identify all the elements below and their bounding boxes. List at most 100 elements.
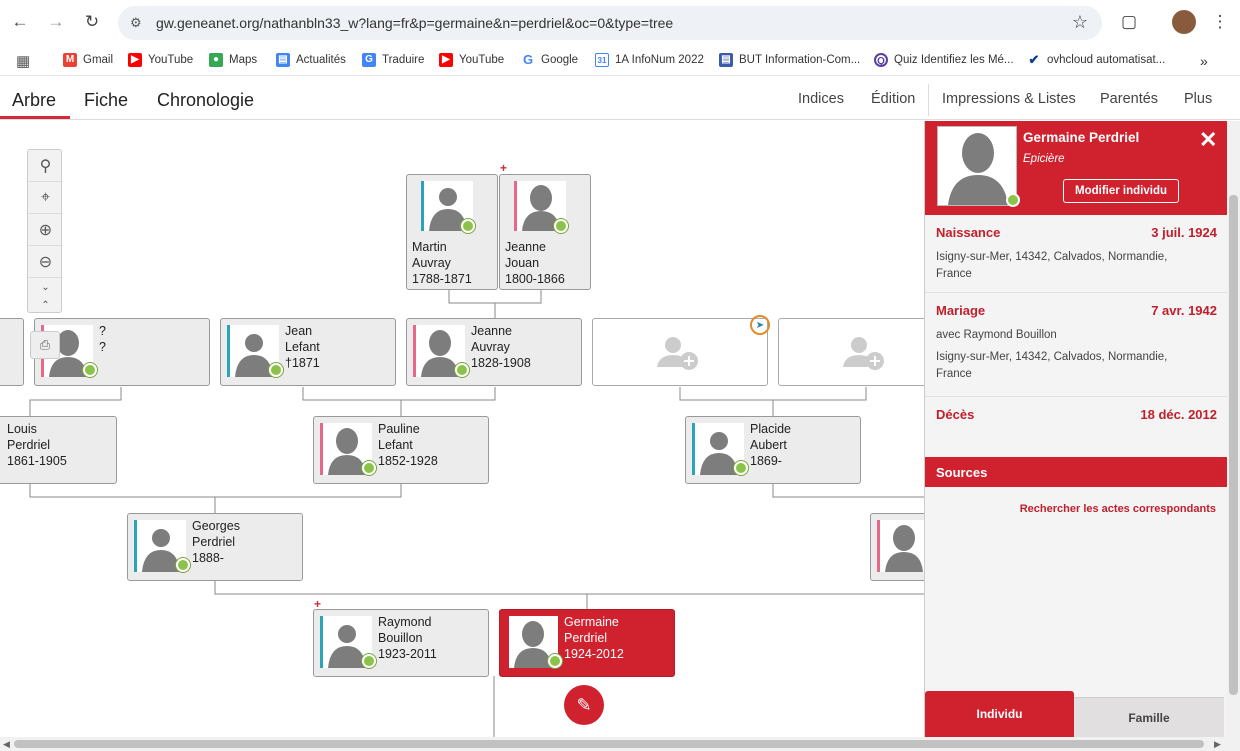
family-tree-canvas[interactable]: ⚲ ⌖ ⊕ ⊖ ⌄ ⌃ + Martin Auvray 1788-1871 Jean…: [0, 121, 924, 737]
person-card-jeanne-auvray[interactable]: Jeanne Auvray 1828-1908: [406, 318, 582, 386]
zoom-in-icon[interactable]: ⊕: [28, 214, 63, 246]
zoom-out-icon[interactable]: ⊖: [28, 246, 63, 278]
person-card-pauline[interactable]: Pauline Lefant 1852-1928: [313, 416, 489, 484]
scroll-thumb[interactable]: [14, 740, 1204, 748]
bookmark-gmail[interactable]: M Gmail: [63, 53, 113, 67]
center-target-icon[interactable]: ⌖: [28, 182, 63, 214]
nav-indices[interactable]: Indices: [798, 91, 844, 107]
gmail-icon: M: [63, 53, 77, 67]
tab-fiche[interactable]: Fiche: [84, 90, 128, 111]
person-card-jeanne-jouan[interactable]: Jeanne Jouan 1800-1866: [499, 174, 591, 290]
expand-up-icon[interactable]: ⌃: [28, 296, 63, 314]
birth-section: Naissance 3 juil. 1924 Isigny-sur-Mer, 1…: [925, 215, 1228, 293]
expand-down-icon[interactable]: ⌄: [28, 278, 63, 296]
app-navigation: Arbre Fiche Chronologie Indices Édition …: [0, 80, 1240, 120]
spouse-link[interactable]: avec Raymond Bouillon: [936, 327, 1206, 344]
female-silhouette-icon: [885, 525, 923, 572]
forward-icon[interactable]: →: [45, 11, 67, 33]
status-icon: [455, 363, 469, 377]
profile-avatar[interactable]: [1172, 10, 1196, 34]
bookmarks-bar: ▦ M Gmail ▶ YouTube ● Maps ▤ Actualités G Tra…: [0, 48, 1240, 76]
bookmark-ovhcloud[interactable]: ✔ ovhcloud automatisat...: [1027, 53, 1165, 67]
search-records-link[interactable]: Rechercher les actes correspondants: [1020, 503, 1216, 515]
edit-pencil-button[interactable]: ✎: [564, 685, 604, 725]
person-card-unknown[interactable]: ??: [34, 318, 210, 386]
quiz-icon: Q: [874, 53, 888, 67]
bookmark-but[interactable]: ▤ BUT Information-Com...: [719, 53, 860, 67]
bookmark-maps[interactable]: ● Maps: [209, 53, 257, 67]
extensions-icon[interactable]: ▢: [1118, 11, 1140, 33]
site-info-icon[interactable]: ⚙: [130, 15, 142, 31]
translate-icon: G: [362, 53, 376, 67]
compass-icon[interactable]: ➤: [750, 315, 770, 335]
status-icon: [554, 219, 568, 233]
add-marker-icon[interactable]: +: [500, 161, 507, 175]
bookmark-youtube-2[interactable]: ▶ YouTube: [439, 53, 504, 67]
close-icon[interactable]: ✕: [1199, 127, 1217, 153]
modify-person-button[interactable]: Modifier individu: [1063, 179, 1179, 203]
person-card-offscreen[interactable]: [0, 318, 24, 386]
apps-grid-icon[interactable]: ▦: [16, 52, 30, 70]
avatar: [877, 520, 924, 572]
status-icon: [176, 558, 190, 572]
scroll-thumb[interactable]: [1229, 195, 1238, 695]
scroll-left-icon[interactable]: ◀: [3, 739, 10, 750]
person-card-partial[interactable]: [870, 513, 924, 581]
print-icon[interactable]: ⎙: [30, 331, 60, 359]
status-icon: [734, 461, 748, 475]
scroll-right-icon[interactable]: ▶: [1214, 739, 1221, 750]
horizontal-scrollbar[interactable]: ◀ ▶: [0, 737, 1240, 751]
add-parent-card-2[interactable]: [778, 318, 924, 386]
person-name: Germaine Perdriel: [1023, 130, 1140, 145]
bookmark-actualites[interactable]: ▤ Actualités: [276, 53, 346, 67]
url-text[interactable]: gw.geneanet.org/nathanbln33_w?lang=fr&p=…: [156, 15, 673, 31]
menu-dots-icon[interactable]: ⋮: [1209, 11, 1231, 33]
bookmark-google[interactable]: G Google: [521, 53, 578, 67]
add-person-icon: [657, 337, 698, 370]
pencil-icon: ✎: [576, 694, 592, 715]
vertical-scrollbar[interactable]: [1227, 121, 1240, 737]
bookmark-youtube[interactable]: ▶ YouTube: [128, 53, 193, 67]
more-bookmarks-button[interactable]: »: [1200, 53, 1208, 69]
status-icon: [362, 654, 376, 668]
panel-header: Germaine Perdriel Epicière ✕ Modifier in…: [925, 121, 1228, 215]
nav-plus[interactable]: Plus: [1184, 91, 1212, 107]
tab-chronologie[interactable]: Chronologie: [157, 90, 254, 111]
active-tab-indicator: [0, 116, 70, 119]
ovh-icon: ✔: [1027, 52, 1041, 67]
add-parent-card[interactable]: [592, 318, 768, 386]
person-card-louis[interactable]: Louis Perdriel 1861-1905: [0, 416, 117, 484]
browser-toolbar: ← → ↻ ⚙ gw.geneanet.org/nathanbln33_w?la…: [0, 0, 1240, 48]
panel-tabs: Individu Famille: [925, 691, 1228, 737]
bookmark-infonum[interactable]: 31 1A InfoNum 2022: [595, 53, 704, 67]
nav-edition[interactable]: Édition: [871, 91, 915, 107]
bookmark-quiz[interactable]: Q Quiz Identifiez les Mé...: [874, 53, 1014, 67]
nav-divider: [928, 84, 929, 116]
person-occupation: Epicière: [1023, 153, 1065, 165]
calendar-icon: 31: [595, 53, 609, 67]
person-card-georges[interactable]: Georges Perdriel 1888-: [127, 513, 303, 581]
nav-parentes[interactable]: Parentés: [1100, 91, 1158, 107]
person-card-placide[interactable]: Placide Aubert 1869-: [685, 416, 861, 484]
address-bar[interactable]: ⚙ gw.geneanet.org/nathanbln33_w?lang=fr&…: [118, 6, 1102, 40]
status-icon: [461, 219, 475, 233]
tab-famille[interactable]: Famille: [1074, 697, 1224, 737]
person-card-germaine-selected[interactable]: Germaine Perdriel 1924-2012: [499, 609, 675, 677]
search-icon[interactable]: ⚲: [28, 150, 63, 182]
tab-individu[interactable]: Individu: [925, 691, 1074, 737]
avatar: [937, 126, 1020, 207]
person-card-jean-lefant[interactable]: Jean Lefant †1871: [220, 318, 396, 386]
person-card-martin[interactable]: Martin Auvray 1788-1871: [406, 174, 498, 290]
status-icon: [362, 461, 376, 475]
maps-icon: ●: [209, 53, 223, 67]
bookmark-star-icon[interactable]: ☆: [1072, 12, 1088, 33]
person-card-raymond[interactable]: Raymond Bouillon 1923-2011: [313, 609, 489, 677]
back-icon[interactable]: ←: [9, 11, 31, 33]
google-icon: G: [521, 52, 535, 67]
female-silhouette-icon: [948, 133, 1008, 205]
reload-icon[interactable]: ↻: [81, 11, 103, 33]
person-detail-panel: Germaine Perdriel Epicière ✕ Modifier in…: [924, 121, 1228, 737]
tab-arbre[interactable]: Arbre: [12, 90, 56, 111]
bookmark-traduire[interactable]: G Traduire: [362, 53, 424, 67]
nav-impressions[interactable]: Impressions & Listes: [942, 91, 1076, 107]
